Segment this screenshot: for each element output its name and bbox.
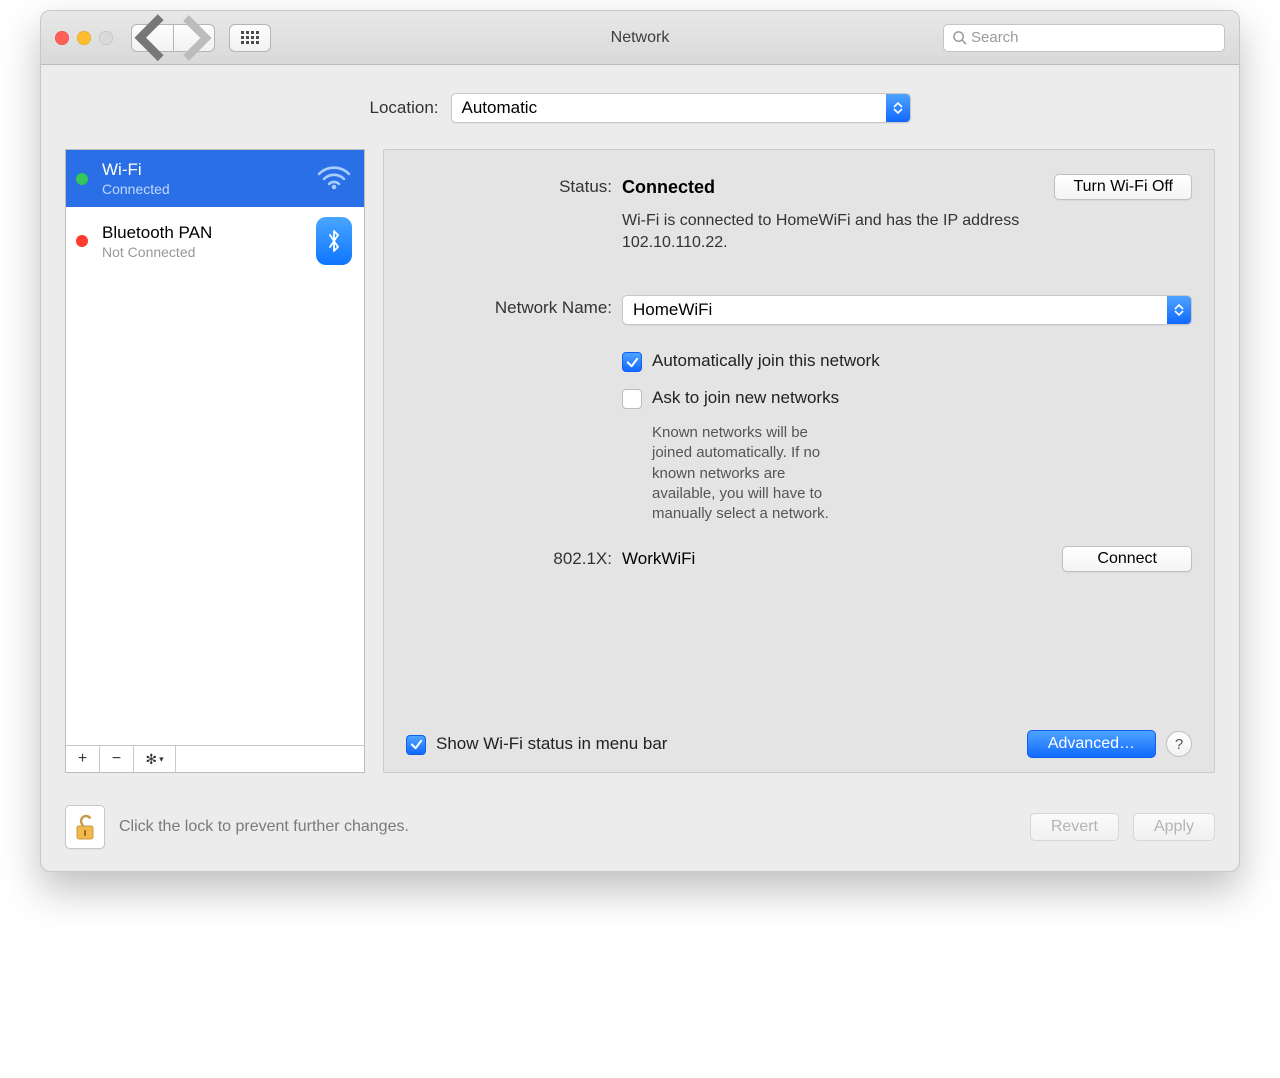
wifi-toggle-button[interactable]: Turn Wi-Fi Off — [1054, 174, 1192, 200]
advanced-button[interactable]: Advanced… — [1027, 730, 1156, 758]
maximize-button[interactable] — [99, 31, 113, 45]
network-preferences-window: Network Location: Automatic Wi-Fi — [40, 10, 1240, 872]
select-stepper-icon — [886, 94, 910, 122]
search-field[interactable] — [943, 24, 1225, 52]
show-all-button[interactable] — [229, 24, 271, 52]
dot1x-row: 802.1X: WorkWiFi Connect — [406, 546, 1192, 572]
show-menubar-checkbox[interactable] — [406, 735, 426, 755]
help-button[interactable]: ? — [1166, 731, 1192, 757]
network-name-label: Network Name: — [406, 295, 622, 318]
auto-join-row: Automatically join this network — [406, 351, 1192, 372]
sidebar-item-name: Wi-Fi — [102, 160, 306, 180]
search-input[interactable] — [971, 29, 1216, 46]
main-split: Wi-Fi Connected Bluetooth PAN Not Connec… — [65, 149, 1215, 773]
bluetooth-icon — [316, 217, 352, 265]
status-value: Connected — [622, 177, 715, 198]
ask-join-row: Ask to join new networks — [406, 388, 1192, 409]
sidebar-item-wifi[interactable]: Wi-Fi Connected — [66, 150, 364, 207]
interface-sidebar: Wi-Fi Connected Bluetooth PAN Not Connec… — [65, 149, 365, 773]
interface-actions-button[interactable]: ✻▾ — [134, 746, 176, 772]
ask-join-label: Ask to join new networks — [652, 388, 839, 407]
traffic-lights — [55, 31, 113, 45]
auto-join-label: Automatically join this network — [652, 351, 880, 370]
status-description: Wi-Fi is connected to HomeWiFi and has t… — [622, 210, 1082, 253]
remove-interface-button[interactable]: − — [100, 746, 134, 772]
sidebar-empty — [66, 275, 364, 745]
search-icon — [952, 30, 967, 45]
wifi-icon — [316, 162, 352, 195]
back-button[interactable] — [131, 24, 173, 52]
detail-pane: Status: Connected Turn Wi-Fi Off Wi-Fi i… — [383, 149, 1215, 773]
detail-footer: Show Wi-Fi status in menu bar Advanced… … — [406, 730, 1192, 758]
lock-open-icon — [73, 812, 97, 842]
ask-join-help: Known networks will be joined automatica… — [406, 423, 836, 524]
dot1x-name: WorkWiFi — [622, 549, 695, 569]
close-button[interactable] — [55, 31, 69, 45]
ask-join-checkbox[interactable] — [622, 389, 642, 409]
add-interface-button[interactable]: + — [66, 746, 100, 772]
dot1x-label: 802.1X: — [406, 546, 622, 569]
status-label: Status: — [406, 174, 622, 197]
show-menubar-label: Show Wi-Fi status in menu bar — [436, 734, 667, 754]
titlebar: Network — [41, 11, 1239, 65]
dot1x-connect-button[interactable]: Connect — [1062, 546, 1192, 572]
chevron-down-icon: ▾ — [159, 754, 164, 765]
location-label: Location: — [370, 98, 439, 118]
revert-button[interactable]: Revert — [1030, 813, 1119, 841]
location-row: Location: Automatic — [65, 93, 1215, 123]
network-name-value: HomeWiFi — [633, 300, 712, 320]
network-name-row: Network Name: HomeWiFi — [406, 295, 1192, 325]
show-menubar-row: Show Wi-Fi status in menu bar — [406, 734, 667, 755]
auto-join-checkbox[interactable] — [622, 352, 642, 372]
lock-text: Click the lock to prevent further change… — [119, 818, 409, 836]
lock-button[interactable] — [65, 805, 105, 849]
network-name-select[interactable]: HomeWiFi — [622, 295, 1192, 325]
sidebar-item-sub: Connected — [102, 181, 306, 197]
location-value: Automatic — [462, 98, 538, 118]
status-row: Status: Connected Turn Wi-Fi Off Wi-Fi i… — [406, 174, 1192, 253]
sidebar-item-name: Bluetooth PAN — [102, 223, 306, 243]
forward-button[interactable] — [173, 24, 215, 52]
sidebar-item-sub: Not Connected — [102, 244, 306, 260]
sidebar-item-bluetooth-pan[interactable]: Bluetooth PAN Not Connected — [66, 207, 364, 275]
select-stepper-icon — [1167, 296, 1191, 324]
status-dot-icon — [76, 173, 88, 185]
minimize-button[interactable] — [77, 31, 91, 45]
nav-group — [131, 24, 215, 52]
sidebar-footer: + − ✻▾ — [66, 745, 364, 772]
apply-button[interactable]: Apply — [1133, 813, 1215, 841]
gear-icon: ✻ — [145, 751, 157, 768]
content: Location: Automatic Wi-Fi Connected — [41, 65, 1239, 791]
location-select[interactable]: Automatic — [451, 93, 911, 123]
status-dot-icon — [76, 235, 88, 247]
window-footer: Click the lock to prevent further change… — [41, 791, 1239, 871]
